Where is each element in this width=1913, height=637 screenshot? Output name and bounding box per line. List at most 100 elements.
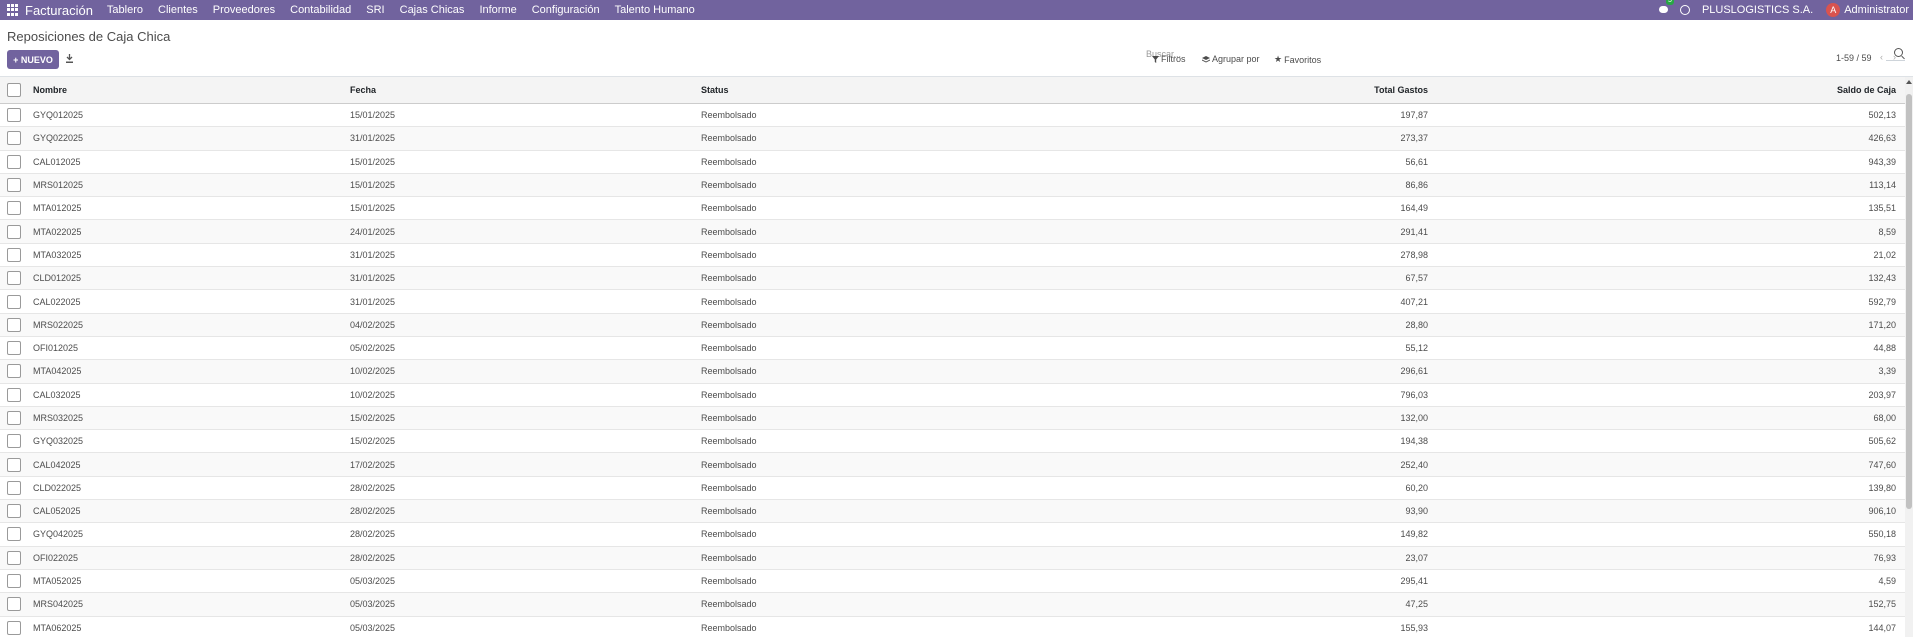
- row-checkbox[interactable]: [7, 154, 21, 169]
- menu-sri[interactable]: SRI: [366, 4, 384, 16]
- table-row[interactable]: CAL042025 17/02/2025 Reembolsado 252,40 747,…: [0, 452, 1905, 477]
- select-all-cell: [0, 77, 29, 104]
- scroll-up-arrow[interactable]: [1906, 80, 1912, 84]
- next-page-icon[interactable]: ›: [1893, 52, 1896, 62]
- row-checkbox[interactable]: [7, 271, 21, 286]
- cell-nombre: MTA022025: [29, 219, 347, 244]
- table-row[interactable]: CAL012025 15/01/2025 Reembolsado 56,61 943,3…: [0, 150, 1905, 174]
- cell-saldo-de-caja: 132,43: [1431, 266, 1905, 291]
- app-brand[interactable]: Facturación: [25, 3, 93, 18]
- column-header-status[interactable]: Status: [698, 77, 1049, 104]
- row-checkbox[interactable]: [7, 247, 21, 262]
- cell-status: Reembolsado: [698, 616, 1049, 637]
- table-row[interactable]: CAL032025 10/02/2025 Reembolsado 796,03 203,…: [0, 383, 1905, 407]
- row-checkbox[interactable]: [7, 108, 21, 123]
- row-checkbox[interactable]: [7, 411, 21, 425]
- row-checkbox[interactable]: [7, 364, 21, 379]
- table-row[interactable]: MTA032025 31/01/2025 Reembolsado 278,98 21,0…: [0, 243, 1905, 268]
- download-icon[interactable]: [66, 54, 73, 63]
- cell-saldo-de-caja: 113,14: [1431, 173, 1905, 198]
- row-checkbox[interactable]: [7, 504, 21, 519]
- row-checkbox[interactable]: [7, 527, 21, 542]
- table-row[interactable]: GYQ022025 31/01/2025 Reembolsado 273,37 426,…: [0, 126, 1905, 151]
- menu-talento-humano[interactable]: Talento Humano: [615, 4, 695, 16]
- scrollbar-thumb[interactable]: [1906, 94, 1912, 509]
- table-row[interactable]: CLD022025 28/02/2025 Reembolsado 60,20 139,8…: [0, 476, 1905, 501]
- cell-nombre: CLD022025: [29, 476, 347, 501]
- table-row[interactable]: OFI012025 05/02/2025 Reembolsado 55,12 44,88: [0, 336, 1905, 361]
- row-checkbox[interactable]: [7, 387, 21, 402]
- column-header-nombre[interactable]: Nombre: [29, 77, 371, 104]
- row-checkbox[interactable]: [7, 434, 21, 449]
- favorites-label: Favoritos: [1284, 54, 1322, 65]
- messages-button[interactable]: 5: [1658, 0, 1674, 16]
- select-all-checkbox[interactable]: [7, 83, 21, 97]
- row-checkbox[interactable]: [7, 201, 21, 216]
- cell-status: Reembolsado: [698, 359, 1049, 384]
- cell-nombre: MRS042025: [29, 592, 347, 617]
- row-select-cell: [0, 266, 29, 291]
- table-row[interactable]: GYQ032025 15/02/2025 Reembolsado 194,38 505,…: [0, 429, 1905, 454]
- row-checkbox[interactable]: [7, 480, 21, 495]
- table-row[interactable]: MTA022025 24/01/2025 Reembolsado 291,41 8,59: [0, 219, 1905, 244]
- menu-configuracion[interactable]: Configuración: [532, 4, 600, 16]
- cell-saldo-de-caja: 152,75: [1431, 592, 1905, 617]
- cell-total-gastos: 295,41: [1049, 569, 1431, 594]
- user-avatar[interactable]: A: [1826, 3, 1841, 17]
- menu-cajas-chicas[interactable]: Cajas Chicas: [400, 4, 465, 16]
- table-row[interactable]: MRS012025 15/01/2025 Reembolsado 86,86 113,1…: [0, 173, 1905, 198]
- pager-value[interactable]: 1-59 / 59: [1836, 53, 1872, 63]
- table-row[interactable]: MRS022025 04/02/2025 Reembolsado 28,80 171,2…: [0, 313, 1905, 337]
- cell-saldo-de-caja: 3,39: [1431, 359, 1905, 384]
- row-checkbox[interactable]: [7, 620, 21, 635]
- menu-tablero[interactable]: Tablero: [107, 4, 143, 16]
- menu-contabilidad[interactable]: Contabilidad: [290, 4, 351, 16]
- cell-fecha: 05/02/2025: [347, 336, 698, 361]
- previous-page-icon[interactable]: ‹: [1880, 52, 1883, 62]
- table-row[interactable]: GYQ012025 15/01/2025 Reembolsado 197,87 502,…: [0, 103, 1905, 128]
- menu-proveedores[interactable]: Proveedores: [213, 4, 275, 16]
- row-select-cell: [0, 616, 29, 637]
- row-checkbox[interactable]: [7, 224, 21, 239]
- user-menu[interactable]: Administrator: [1844, 4, 1909, 16]
- cell-total-gastos: 164,49: [1049, 196, 1431, 221]
- new-button[interactable]: + NUEVO: [7, 50, 59, 69]
- cell-status: Reembolsado: [698, 406, 1049, 431]
- table-row[interactable]: MTA052025 05/03/2025 Reembolsado 295,41 4,59: [0, 569, 1905, 594]
- apps-menu-icon[interactable]: [7, 4, 19, 16]
- table-body: GYQ012025 15/01/2025 Reembolsado 197,87 502,…: [0, 103, 1905, 637]
- group-by-button[interactable]: Agrupar por: [1202, 54, 1260, 64]
- table-row[interactable]: MTA042025 10/02/2025 Reembolsado 296,61 3,39: [0, 359, 1905, 384]
- table-row[interactable]: MTA062025 05/03/2025 Reembolsado 155,93 144,…: [0, 616, 1905, 637]
- table-row[interactable]: GYQ042025 28/02/2025 Reembolsado 149,82 550,…: [0, 522, 1905, 547]
- cell-status: Reembolsado: [698, 522, 1049, 547]
- table-row[interactable]: CLD012025 31/01/2025 Reembolsado 67,57 132,4…: [0, 266, 1905, 291]
- row-checkbox[interactable]: [7, 341, 21, 356]
- column-header-total-gastos[interactable]: Total Gastos: [1049, 77, 1431, 104]
- row-checkbox[interactable]: [7, 178, 21, 193]
- company-switcher[interactable]: PLUSLOGISTICS S.A.: [1702, 4, 1813, 16]
- row-checkbox[interactable]: [7, 457, 21, 472]
- table-row[interactable]: OFI022025 28/02/2025 Reembolsado 23,07 76,93: [0, 546, 1905, 570]
- table-row[interactable]: CAL052025 28/02/2025 Reembolsado 93,90 906,1…: [0, 499, 1905, 524]
- table-row[interactable]: MRS042025 05/03/2025 Reembolsado 47,25 152,7…: [0, 592, 1905, 617]
- row-select-cell: [0, 173, 29, 198]
- table-row[interactable]: MTA012025 15/01/2025 Reembolsado 164,49 135,…: [0, 196, 1905, 221]
- menu-clientes[interactable]: Clientes: [158, 4, 198, 16]
- row-checkbox[interactable]: [7, 317, 21, 332]
- row-checkbox[interactable]: [7, 597, 21, 612]
- filters-button[interactable]: Filtros: [1152, 54, 1186, 64]
- menu-informe[interactable]: Informe: [479, 4, 516, 16]
- column-header-fecha[interactable]: Fecha: [347, 77, 698, 104]
- row-checkbox[interactable]: [7, 550, 21, 565]
- row-checkbox[interactable]: [7, 294, 21, 309]
- cell-status: Reembolsado: [698, 476, 1049, 501]
- table-row[interactable]: CAL022025 31/01/2025 Reembolsado 407,21 592,…: [0, 289, 1905, 314]
- activity-clock-icon[interactable]: [1679, 5, 1690, 15]
- cell-total-gastos: 278,98: [1049, 243, 1431, 268]
- column-header-saldo-de-caja[interactable]: Saldo de Caja: [1431, 77, 1905, 104]
- row-checkbox[interactable]: [7, 574, 21, 589]
- table-row[interactable]: MRS032025 15/02/2025 Reembolsado 132,00 68,0…: [0, 406, 1905, 431]
- row-checkbox[interactable]: [7, 131, 21, 146]
- favorites-button[interactable]: ★ Favoritos: [1274, 54, 1321, 65]
